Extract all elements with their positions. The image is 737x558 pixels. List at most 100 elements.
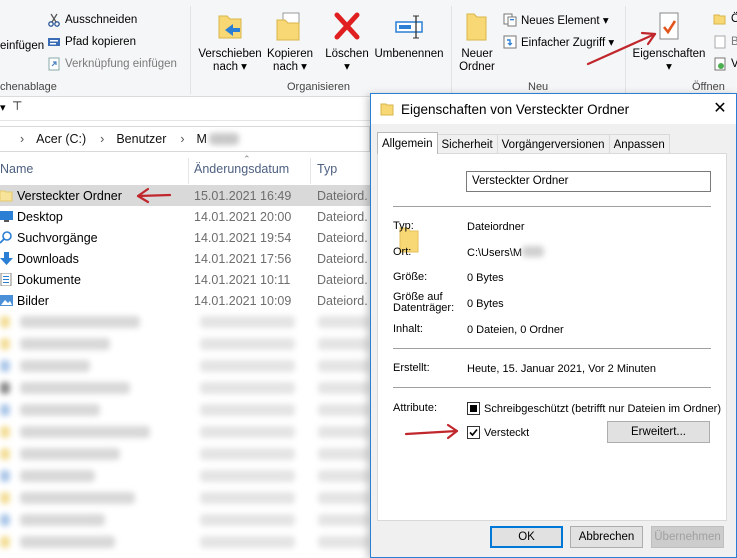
breadcrumb-chevron-icon: › <box>180 132 185 146</box>
tab-customize[interactable]: Anpassen <box>608 134 670 154</box>
dialog-title: Eigenschaften von Versteckter Ordner <box>401 102 630 117</box>
open-button[interactable]: Ö <box>713 12 737 26</box>
paste-shortcut-button[interactable]: Verknüpfung einfügen <box>47 57 177 71</box>
rename-icon <box>395 15 423 39</box>
file-row[interactable]: Downloads 14.01.2021 17:56 Dateiord. <box>0 248 370 269</box>
general-panel: Versteckter Ordner Typ: Dateiordner Ort:… <box>377 153 727 521</box>
ribbon: einfügen Ausschneiden Pfad kopieren Verk… <box>0 0 737 97</box>
type-value: Dateiordner <box>467 221 525 233</box>
open-folder-icon <box>713 14 726 25</box>
paste-shortcut-icon <box>48 57 60 71</box>
properties-button[interactable]: Eigenschaften ▾ <box>630 10 708 74</box>
new-item-icon <box>503 13 517 27</box>
type-label: Typ: <box>393 220 414 232</box>
location-value: C:\Users\M <box>467 247 522 259</box>
column-separator[interactable] <box>310 158 311 184</box>
download-arrow-icon <box>0 252 13 265</box>
new-group-label: Neu <box>528 81 549 93</box>
move-to-button[interactable]: Verschieben nach ▾ <box>197 10 263 74</box>
attributes-label: Attribute: <box>393 402 438 414</box>
disk-size-value: 0 Bytes <box>467 298 504 310</box>
breadcrumb-users[interactable]: Benutzer <box>116 132 166 146</box>
breadcrumb-chevron-icon: › <box>100 132 105 146</box>
size-value: 0 Bytes <box>467 272 504 284</box>
ribbon-separator <box>190 6 191 94</box>
easy-access-icon <box>503 35 517 49</box>
ribbon-separator <box>451 6 452 94</box>
readonly-label[interactable]: Schreibgeschützt (betrifft nur Dateien i… <box>484 403 721 415</box>
organize-group-label: Organisieren <box>287 81 350 93</box>
column-header-name[interactable]: Name <box>0 162 33 184</box>
dialog-titlebar[interactable]: Eigenschaften von Versteckter Ordner ✕ <box>371 94 736 124</box>
blurred-username <box>208 133 239 145</box>
divider <box>393 206 711 207</box>
file-row[interactable]: Versteckter Ordner 15.01.2021 16:49 Date… <box>0 185 370 206</box>
checkbox-indeterminate-icon <box>470 405 477 412</box>
cancel-button[interactable]: Abbrechen <box>570 526 643 548</box>
qat-dropdown-icon[interactable]: ▾ <box>0 101 6 114</box>
breadcrumb-drive[interactable]: Acer (C:) <box>36 132 86 146</box>
folder-name-input[interactable]: Versteckter Ordner <box>466 171 711 192</box>
blurred-username <box>522 246 544 257</box>
breadcrumb-user[interactable]: M <box>197 132 207 146</box>
hidden-label[interactable]: Versteckt <box>484 427 529 439</box>
copy-folder-icon <box>276 12 300 41</box>
advanced-button[interactable]: Erweitert... <box>607 421 710 443</box>
cut-button[interactable]: Ausschneiden <box>47 13 137 27</box>
breadcrumb-chevron-icon: › <box>20 132 25 146</box>
new-folder-icon <box>466 13 487 41</box>
file-row[interactable]: Suchvorgänge 14.01.2021 19:54 Dateiord. <box>0 227 370 248</box>
folder-icon <box>380 103 394 116</box>
properties-icon <box>659 12 679 40</box>
pictures-icon <box>0 295 13 306</box>
hidden-checkbox[interactable] <box>467 426 480 439</box>
delete-button[interactable]: Löschen ▾ <box>324 10 370 74</box>
file-row[interactable]: Dokumente 14.01.2021 10:11 Dateiord. <box>0 269 370 290</box>
ok-button[interactable]: OK <box>490 526 563 548</box>
new-folder-button[interactable]: Neuer Ordner <box>455 10 499 74</box>
disk-size-label-line2: Datenträger: <box>393 302 455 314</box>
tab-general[interactable]: Allgemein <box>377 132 438 154</box>
paste-button[interactable]: einfügen <box>0 40 44 53</box>
properties-dialog: Eigenschaften von Versteckter Ordner ✕ A… <box>370 93 737 558</box>
easy-access-button[interactable]: Einfacher Zugriff ▾ <box>503 35 614 49</box>
column-header-date[interactable]: Änderungsdatum <box>194 162 289 184</box>
new-item-button[interactable]: Neues Element ▾ <box>503 13 609 27</box>
copy-path-button[interactable]: Pfad kopieren <box>47 35 136 49</box>
folder-icon <box>0 190 13 202</box>
apply-button[interactable]: Übernehmen <box>651 526 724 548</box>
column-header-type[interactable]: Typ <box>317 162 337 184</box>
created-label: Erstellt: <box>393 362 430 374</box>
delete-x-icon <box>334 12 360 40</box>
tab-security[interactable]: Sicherheit <box>436 134 498 154</box>
edit-button[interactable]: B <box>713 35 737 49</box>
rename-button[interactable]: Umbenennen <box>371 10 447 61</box>
copy-path-icon <box>48 38 60 46</box>
file-row[interactable]: Desktop 14.01.2021 20:00 Dateiord. <box>0 206 370 227</box>
scissors-icon <box>48 13 60 27</box>
divider <box>393 387 711 388</box>
document-icon <box>0 273 12 286</box>
contents-label: Inhalt: <box>393 323 423 335</box>
dialog-tabs: Allgemein Sicherheit Vorgängerversionen … <box>377 132 670 154</box>
qat-customize-icon[interactable]: ⊤ <box>12 99 22 113</box>
copy-to-button[interactable]: Kopieren nach ▾ <box>264 10 316 74</box>
created-value: Heute, 15. Januar 2021, Vor 2 Minuten <box>467 363 656 375</box>
location-label: Ort: <box>393 246 412 258</box>
column-separator[interactable] <box>188 158 189 184</box>
edit-icon <box>714 35 726 49</box>
search-icon <box>0 231 12 244</box>
close-icon[interactable]: ✕ <box>709 98 731 120</box>
size-label: Größe: <box>393 271 428 283</box>
move-folder-icon <box>218 15 242 39</box>
desktop-icon <box>0 211 13 222</box>
readonly-checkbox[interactable] <box>467 402 480 415</box>
history-button[interactable]: V <box>713 57 737 71</box>
clipboard-group-label: chenablage <box>0 81 57 93</box>
address-bar[interactable]: › Acer (C:) › Benutzer › M <box>0 126 370 152</box>
divider <box>393 348 711 349</box>
checkmark-icon <box>469 428 478 437</box>
file-row[interactable]: Bilder 14.01.2021 10:09 Dateiord. <box>0 290 370 311</box>
tab-previous-versions[interactable]: Vorgängerversionen <box>496 134 610 154</box>
ribbon-separator <box>625 6 626 94</box>
